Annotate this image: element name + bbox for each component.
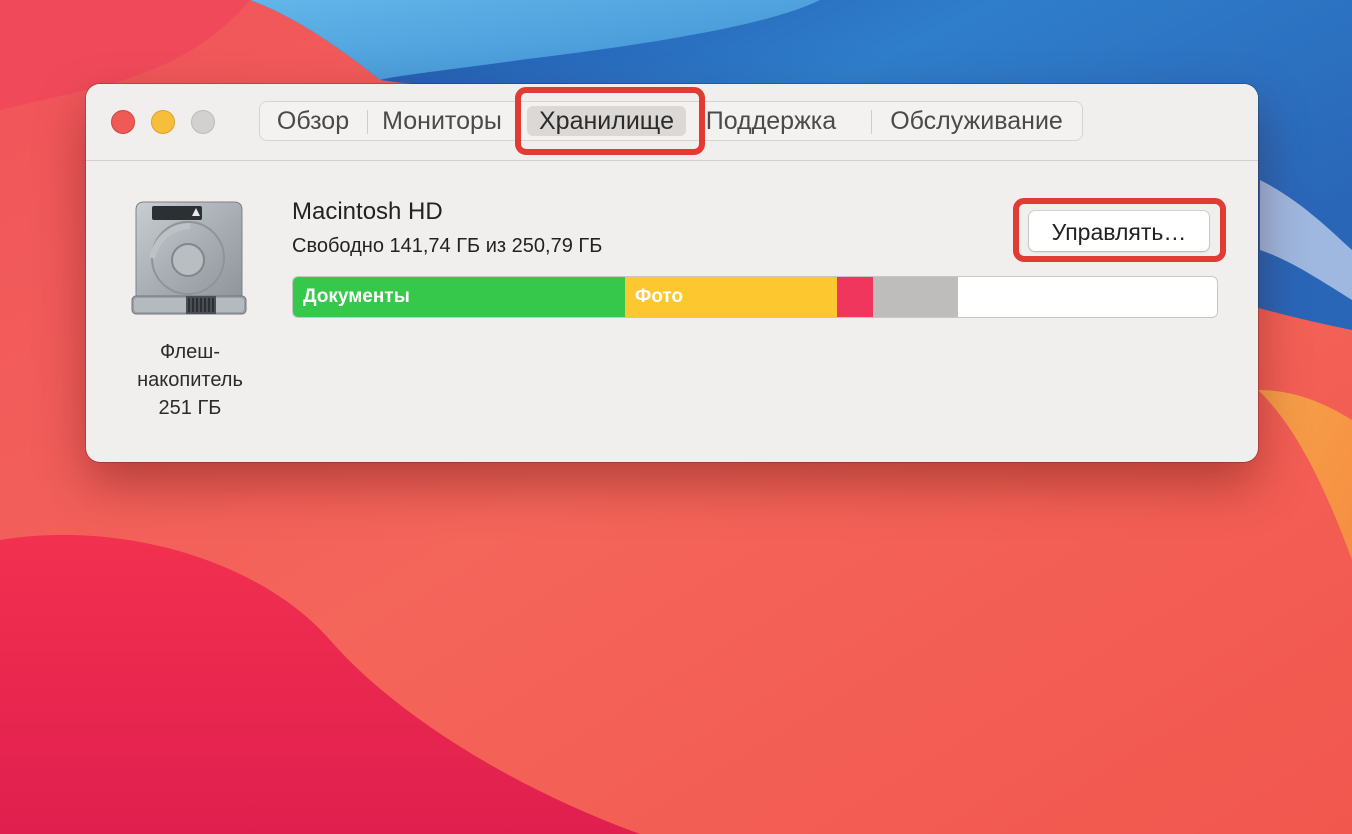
storage-segment-label: Документы (303, 286, 410, 307)
tab-support[interactable]: Поддержка (696, 106, 846, 136)
storage-tab-highlight (515, 87, 705, 155)
storage-segment[interactable]: Фото (625, 277, 837, 317)
storage-segment[interactable]: Документы (293, 277, 625, 317)
storage-segment-label: Фото (635, 286, 684, 307)
drive-type-label-cont: накопитель (137, 369, 243, 391)
tab-divider (871, 110, 872, 134)
manage-button[interactable]: Управлять… (1029, 211, 1209, 251)
drive-capacity-label: 251 ГБ (158, 397, 222, 419)
volume-name: Macintosh HD (292, 198, 443, 225)
storage-usage-bar: Документы Фото (292, 276, 1218, 318)
drive-type-label: Флеш- (159, 341, 221, 363)
system-info-window: Обзор Мониторы Хранилище Поддержка Обслу… (86, 84, 1258, 462)
tab-displays[interactable]: Мониторы (373, 106, 511, 136)
hard-drive-icon (131, 201, 247, 315)
tab-service[interactable]: Обслуживание (877, 106, 1076, 136)
zoom-button[interactable] (191, 110, 215, 134)
minimize-button[interactable] (151, 110, 175, 134)
volume-free-space: Свободно 141,74 ГБ из 250,79 ГБ (292, 235, 603, 257)
drive-caption: Флеш- накопитель 251 ГБ (120, 338, 260, 422)
tab-divider (367, 110, 368, 134)
tab-overview[interactable]: Обзор (268, 106, 358, 136)
storage-segment[interactable] (837, 277, 873, 317)
close-button[interactable] (111, 110, 135, 134)
storage-segment[interactable] (873, 277, 958, 317)
